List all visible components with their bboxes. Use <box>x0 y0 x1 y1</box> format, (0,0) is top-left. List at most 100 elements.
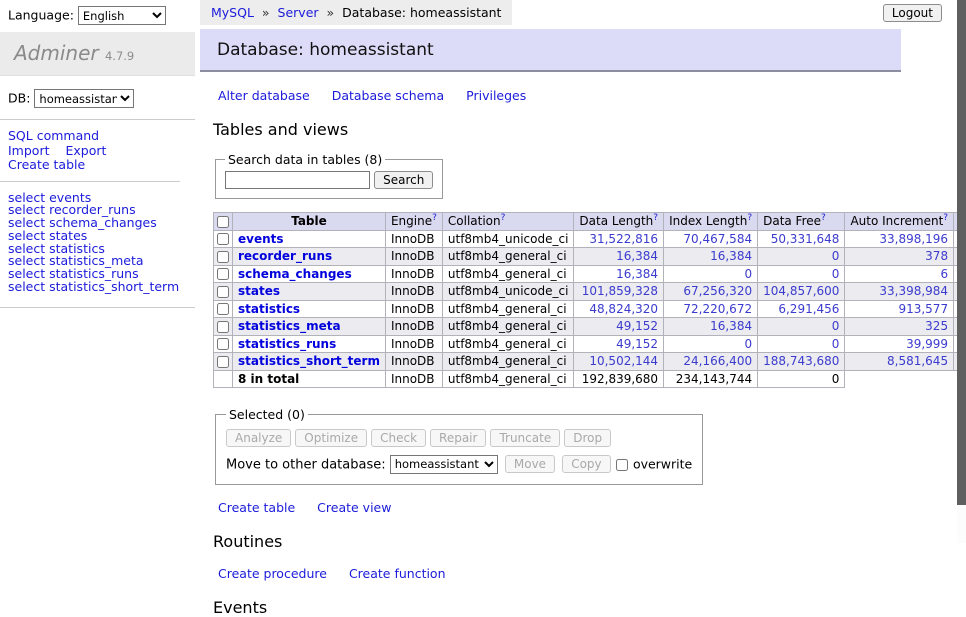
column-header-data-free: Data Free? <box>758 213 845 231</box>
move-button[interactable]: Move <box>505 455 555 473</box>
routine-link[interactable]: Create function <box>349 566 446 581</box>
data-length-cell-link[interactable]: 49,152 <box>616 319 658 333</box>
index-length-cell-link[interactable]: 16,384 <box>710 319 752 333</box>
index-length-cell-link[interactable]: 0 <box>744 337 752 351</box>
analyze-button[interactable]: Analyze <box>226 429 291 447</box>
data-free-cell-link[interactable]: 50,331,648 <box>771 232 840 246</box>
create-link[interactable]: Create view <box>317 500 391 515</box>
auto-increment-cell-link[interactable]: 39,999 <box>906 337 948 351</box>
table-name-link[interactable]: schema_changes <box>238 267 352 281</box>
logout-button[interactable]: Logout <box>883 4 942 22</box>
row-checkbox[interactable] <box>217 286 229 298</box>
search-input[interactable] <box>225 171 370 189</box>
data-length-cell-link[interactable]: 101,859,328 <box>582 284 658 298</box>
language-select[interactable]: English <box>78 6 166 25</box>
db-select[interactable]: homeassistant <box>34 89 134 108</box>
table-name-link[interactable]: events <box>238 232 284 246</box>
help-link[interactable]: ? <box>653 213 658 223</box>
repair-button[interactable]: Repair <box>430 429 486 447</box>
table-name-link[interactable]: statistics_meta <box>238 319 341 333</box>
breadcrumb-link[interactable]: MySQL <box>211 5 254 20</box>
data-free-cell-link[interactable]: 188,743,680 <box>763 354 839 368</box>
search-legend: Search data in tables (8) <box>225 152 385 167</box>
table-name-link[interactable]: statistics_short_term <box>238 354 380 368</box>
auto-increment-cell-link[interactable]: 6 <box>940 267 948 281</box>
table-name-link[interactable]: statistics <box>238 302 300 316</box>
data-free-cell-link[interactable]: 0 <box>832 337 840 351</box>
row-checkbox[interactable] <box>217 321 229 333</box>
index-length-cell-link[interactable]: 70,467,584 <box>683 232 752 246</box>
index-length-cell-link[interactable]: 67,256,320 <box>683 284 752 298</box>
breadcrumb-link[interactable]: Server <box>278 5 319 20</box>
table-name-link[interactable]: statistics_runs <box>238 337 336 351</box>
help-link[interactable]: ? <box>747 213 752 223</box>
search-button[interactable]: Search <box>374 171 433 189</box>
data-length-cell: 10,502,144 <box>574 353 664 371</box>
row-checkbox[interactable] <box>217 268 229 280</box>
drop-button[interactable]: Drop <box>564 429 611 447</box>
scrollbar-thumb[interactable] <box>957 0 966 505</box>
overwrite-checkbox[interactable] <box>616 459 628 471</box>
routine-link[interactable]: Create procedure <box>218 566 327 581</box>
data-free-cell: 6,291,456 <box>758 300 845 318</box>
sidebar-action-link[interactable]: Import <box>8 144 50 158</box>
row-checkbox[interactable] <box>217 356 229 368</box>
data-length-cell-link[interactable]: 10,502,144 <box>589 354 658 368</box>
total-index-length-cell: 234,143,744 <box>664 370 758 387</box>
data-free-cell-link[interactable]: 0 <box>832 249 840 263</box>
row-checkbox[interactable] <box>217 233 229 245</box>
table-name-link[interactable]: recorder_runs <box>238 249 332 263</box>
auto-increment-cell-link[interactable]: 8,581,645 <box>887 354 948 368</box>
check-button[interactable]: Check <box>371 429 426 447</box>
data-free-cell-link[interactable]: 0 <box>832 267 840 281</box>
sidebar-action-link[interactable]: Create table <box>8 158 85 172</box>
help-link[interactable]: ? <box>821 213 826 223</box>
auto-increment-cell-link[interactable]: 378 <box>925 249 948 263</box>
create-link[interactable]: Create table <box>218 500 295 515</box>
auto-increment-cell-link[interactable]: 33,898,196 <box>879 232 948 246</box>
data-length-cell-link[interactable]: 16,384 <box>616 267 658 281</box>
auto-increment-cell: 8,581,645 <box>845 353 954 371</box>
sidebar-action-link[interactable]: Export <box>66 144 107 158</box>
move-db-select[interactable]: homeassistant <box>390 455 498 474</box>
db-label: DB: <box>8 91 30 106</box>
database-link[interactable]: Alter database <box>218 88 310 103</box>
truncate-button[interactable]: Truncate <box>490 429 560 447</box>
help-link[interactable]: ? <box>943 213 948 223</box>
auto-increment-cell-link[interactable]: 913,577 <box>898 302 948 316</box>
auto-increment-cell-link[interactable]: 33,398,984 <box>879 284 948 298</box>
database-link[interactable]: Database schema <box>332 88 444 103</box>
database-link[interactable]: Privileges <box>466 88 526 103</box>
column-header-label: Auto Increment <box>850 214 943 228</box>
data-length-cell-link[interactable]: 16,384 <box>616 249 658 263</box>
index-length-cell-link[interactable]: 16,384 <box>710 249 752 263</box>
data-free-cell-link[interactable]: 6,291,456 <box>778 302 839 316</box>
row-checkbox[interactable] <box>217 251 229 263</box>
data-length-cell-link[interactable]: 48,824,320 <box>589 302 658 316</box>
row-checkbox[interactable] <box>217 338 229 350</box>
row-checkbox[interactable] <box>217 303 229 315</box>
help-link[interactable]: ? <box>432 213 437 223</box>
index-length-cell-link[interactable]: 72,220,672 <box>683 302 752 316</box>
auto-increment-cell-link[interactable]: 325 <box>925 319 948 333</box>
vertical-scrollbar[interactable] <box>957 0 966 543</box>
row-checkbox-cell <box>214 265 233 283</box>
copy-button[interactable]: Copy <box>562 455 610 473</box>
data-free-cell-link[interactable]: 104,857,600 <box>763 284 839 298</box>
table-name-link[interactable]: states <box>238 284 280 298</box>
sidebar-table-link[interactable]: select statistics_short_term <box>8 279 179 294</box>
index-length-cell-link[interactable]: 24,166,400 <box>683 354 752 368</box>
data-length-cell-link[interactable]: 31,522,816 <box>589 232 658 246</box>
table-name-cell: statistics_runs <box>233 335 386 353</box>
main-content: MySQL » Server » Database: homeassistant… <box>200 0 957 617</box>
data-length-cell: 31,522,816 <box>574 230 664 248</box>
column-header-label: Index Length <box>669 214 747 228</box>
sidebar-action-link[interactable]: SQL command <box>8 129 99 143</box>
select-all-checkbox[interactable] <box>217 216 229 228</box>
data-length-cell-link[interactable]: 49,152 <box>616 337 658 351</box>
data-free-cell-link[interactable]: 0 <box>832 319 840 333</box>
adminer-brand-link[interactable]: Adminer <box>14 41 99 65</box>
index-length-cell-link[interactable]: 0 <box>744 267 752 281</box>
optimize-button[interactable]: Optimize <box>295 429 367 447</box>
help-link[interactable]: ? <box>501 213 506 223</box>
